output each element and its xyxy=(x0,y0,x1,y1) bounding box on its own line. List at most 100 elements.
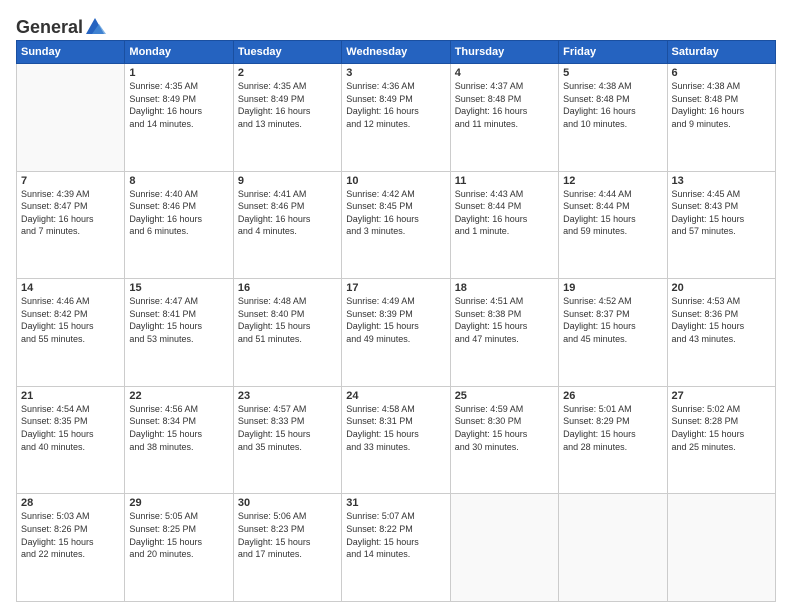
day-number: 23 xyxy=(238,390,337,402)
calendar-cell: 3Sunrise: 4:36 AM Sunset: 8:49 PM Daylig… xyxy=(342,64,450,172)
day-info: Sunrise: 4:43 AM Sunset: 8:44 PM Dayligh… xyxy=(455,188,554,238)
day-number: 6 xyxy=(672,67,771,79)
day-number: 1 xyxy=(129,67,228,79)
day-info: Sunrise: 4:45 AM Sunset: 8:43 PM Dayligh… xyxy=(672,188,771,238)
day-info: Sunrise: 4:47 AM Sunset: 8:41 PM Dayligh… xyxy=(129,295,228,345)
calendar-cell: 25Sunrise: 4:59 AM Sunset: 8:30 PM Dayli… xyxy=(450,386,558,494)
calendar-cell: 17Sunrise: 4:49 AM Sunset: 8:39 PM Dayli… xyxy=(342,279,450,387)
calendar-cell: 29Sunrise: 5:05 AM Sunset: 8:25 PM Dayli… xyxy=(125,494,233,602)
calendar-cell: 20Sunrise: 4:53 AM Sunset: 8:36 PM Dayli… xyxy=(667,279,775,387)
calendar-cell: 19Sunrise: 4:52 AM Sunset: 8:37 PM Dayli… xyxy=(559,279,667,387)
calendar-cell xyxy=(450,494,558,602)
calendar-cell: 7Sunrise: 4:39 AM Sunset: 8:47 PM Daylig… xyxy=(17,171,125,279)
day-info: Sunrise: 5:03 AM Sunset: 8:26 PM Dayligh… xyxy=(21,510,120,560)
logo: General xyxy=(16,16,107,34)
day-number: 9 xyxy=(238,175,337,187)
day-number: 25 xyxy=(455,390,554,402)
logo-general: General xyxy=(16,17,83,38)
calendar-cell: 31Sunrise: 5:07 AM Sunset: 8:22 PM Dayli… xyxy=(342,494,450,602)
calendar-cell: 5Sunrise: 4:38 AM Sunset: 8:48 PM Daylig… xyxy=(559,64,667,172)
calendar-cell: 14Sunrise: 4:46 AM Sunset: 8:42 PM Dayli… xyxy=(17,279,125,387)
day-number: 11 xyxy=(455,175,554,187)
calendar-cell: 24Sunrise: 4:58 AM Sunset: 8:31 PM Dayli… xyxy=(342,386,450,494)
calendar-week-row: 14Sunrise: 4:46 AM Sunset: 8:42 PM Dayli… xyxy=(17,279,776,387)
weekday-header: Monday xyxy=(125,41,233,64)
day-info: Sunrise: 4:38 AM Sunset: 8:48 PM Dayligh… xyxy=(563,80,662,130)
day-info: Sunrise: 4:35 AM Sunset: 8:49 PM Dayligh… xyxy=(238,80,337,130)
calendar-week-row: 1Sunrise: 4:35 AM Sunset: 8:49 PM Daylig… xyxy=(17,64,776,172)
day-number: 5 xyxy=(563,67,662,79)
day-number: 21 xyxy=(21,390,120,402)
day-number: 16 xyxy=(238,282,337,294)
day-info: Sunrise: 5:06 AM Sunset: 8:23 PM Dayligh… xyxy=(238,510,337,560)
day-number: 28 xyxy=(21,497,120,509)
calendar-week-row: 21Sunrise: 4:54 AM Sunset: 8:35 PM Dayli… xyxy=(17,386,776,494)
calendar-cell: 18Sunrise: 4:51 AM Sunset: 8:38 PM Dayli… xyxy=(450,279,558,387)
calendar-cell: 23Sunrise: 4:57 AM Sunset: 8:33 PM Dayli… xyxy=(233,386,341,494)
day-info: Sunrise: 4:46 AM Sunset: 8:42 PM Dayligh… xyxy=(21,295,120,345)
day-info: Sunrise: 5:07 AM Sunset: 8:22 PM Dayligh… xyxy=(346,510,445,560)
day-number: 10 xyxy=(346,175,445,187)
day-number: 13 xyxy=(672,175,771,187)
day-number: 30 xyxy=(238,497,337,509)
weekday-header: Friday xyxy=(559,41,667,64)
day-number: 20 xyxy=(672,282,771,294)
calendar-cell xyxy=(559,494,667,602)
day-number: 19 xyxy=(563,282,662,294)
day-info: Sunrise: 4:35 AM Sunset: 8:49 PM Dayligh… xyxy=(129,80,228,130)
calendar-cell: 15Sunrise: 4:47 AM Sunset: 8:41 PM Dayli… xyxy=(125,279,233,387)
day-info: Sunrise: 4:54 AM Sunset: 8:35 PM Dayligh… xyxy=(21,403,120,453)
day-number: 15 xyxy=(129,282,228,294)
calendar-cell: 10Sunrise: 4:42 AM Sunset: 8:45 PM Dayli… xyxy=(342,171,450,279)
weekday-header: Tuesday xyxy=(233,41,341,64)
calendar-week-row: 7Sunrise: 4:39 AM Sunset: 8:47 PM Daylig… xyxy=(17,171,776,279)
day-info: Sunrise: 4:57 AM Sunset: 8:33 PM Dayligh… xyxy=(238,403,337,453)
day-number: 12 xyxy=(563,175,662,187)
day-info: Sunrise: 4:41 AM Sunset: 8:46 PM Dayligh… xyxy=(238,188,337,238)
day-number: 8 xyxy=(129,175,228,187)
calendar-cell: 1Sunrise: 4:35 AM Sunset: 8:49 PM Daylig… xyxy=(125,64,233,172)
calendar-cell xyxy=(667,494,775,602)
day-number: 4 xyxy=(455,67,554,79)
day-info: Sunrise: 4:42 AM Sunset: 8:45 PM Dayligh… xyxy=(346,188,445,238)
page: General SundayMondayTuesdayWednesdayThur… xyxy=(0,0,792,612)
day-number: 18 xyxy=(455,282,554,294)
calendar-week-row: 28Sunrise: 5:03 AM Sunset: 8:26 PM Dayli… xyxy=(17,494,776,602)
day-number: 17 xyxy=(346,282,445,294)
day-number: 27 xyxy=(672,390,771,402)
day-number: 14 xyxy=(21,282,120,294)
calendar-cell: 28Sunrise: 5:03 AM Sunset: 8:26 PM Dayli… xyxy=(17,494,125,602)
day-info: Sunrise: 4:59 AM Sunset: 8:30 PM Dayligh… xyxy=(455,403,554,453)
header: General xyxy=(16,16,776,34)
calendar: SundayMondayTuesdayWednesdayThursdayFrid… xyxy=(16,40,776,602)
day-number: 29 xyxy=(129,497,228,509)
calendar-cell: 4Sunrise: 4:37 AM Sunset: 8:48 PM Daylig… xyxy=(450,64,558,172)
calendar-cell: 13Sunrise: 4:45 AM Sunset: 8:43 PM Dayli… xyxy=(667,171,775,279)
day-info: Sunrise: 4:36 AM Sunset: 8:49 PM Dayligh… xyxy=(346,80,445,130)
day-number: 26 xyxy=(563,390,662,402)
day-info: Sunrise: 5:05 AM Sunset: 8:25 PM Dayligh… xyxy=(129,510,228,560)
day-info: Sunrise: 4:39 AM Sunset: 8:47 PM Dayligh… xyxy=(21,188,120,238)
calendar-cell: 22Sunrise: 4:56 AM Sunset: 8:34 PM Dayli… xyxy=(125,386,233,494)
calendar-cell: 21Sunrise: 4:54 AM Sunset: 8:35 PM Dayli… xyxy=(17,386,125,494)
day-info: Sunrise: 5:01 AM Sunset: 8:29 PM Dayligh… xyxy=(563,403,662,453)
day-info: Sunrise: 4:53 AM Sunset: 8:36 PM Dayligh… xyxy=(672,295,771,345)
weekday-header: Sunday xyxy=(17,41,125,64)
calendar-cell: 11Sunrise: 4:43 AM Sunset: 8:44 PM Dayli… xyxy=(450,171,558,279)
weekday-header-row: SundayMondayTuesdayWednesdayThursdayFrid… xyxy=(17,41,776,64)
weekday-header: Wednesday xyxy=(342,41,450,64)
calendar-cell xyxy=(17,64,125,172)
day-number: 3 xyxy=(346,67,445,79)
day-info: Sunrise: 4:37 AM Sunset: 8:48 PM Dayligh… xyxy=(455,80,554,130)
day-number: 7 xyxy=(21,175,120,187)
weekday-header: Thursday xyxy=(450,41,558,64)
day-info: Sunrise: 4:49 AM Sunset: 8:39 PM Dayligh… xyxy=(346,295,445,345)
calendar-cell: 27Sunrise: 5:02 AM Sunset: 8:28 PM Dayli… xyxy=(667,386,775,494)
calendar-cell: 26Sunrise: 5:01 AM Sunset: 8:29 PM Dayli… xyxy=(559,386,667,494)
calendar-cell: 30Sunrise: 5:06 AM Sunset: 8:23 PM Dayli… xyxy=(233,494,341,602)
day-info: Sunrise: 4:44 AM Sunset: 8:44 PM Dayligh… xyxy=(563,188,662,238)
day-info: Sunrise: 4:38 AM Sunset: 8:48 PM Dayligh… xyxy=(672,80,771,130)
calendar-cell: 12Sunrise: 4:44 AM Sunset: 8:44 PM Dayli… xyxy=(559,171,667,279)
day-number: 2 xyxy=(238,67,337,79)
day-number: 22 xyxy=(129,390,228,402)
